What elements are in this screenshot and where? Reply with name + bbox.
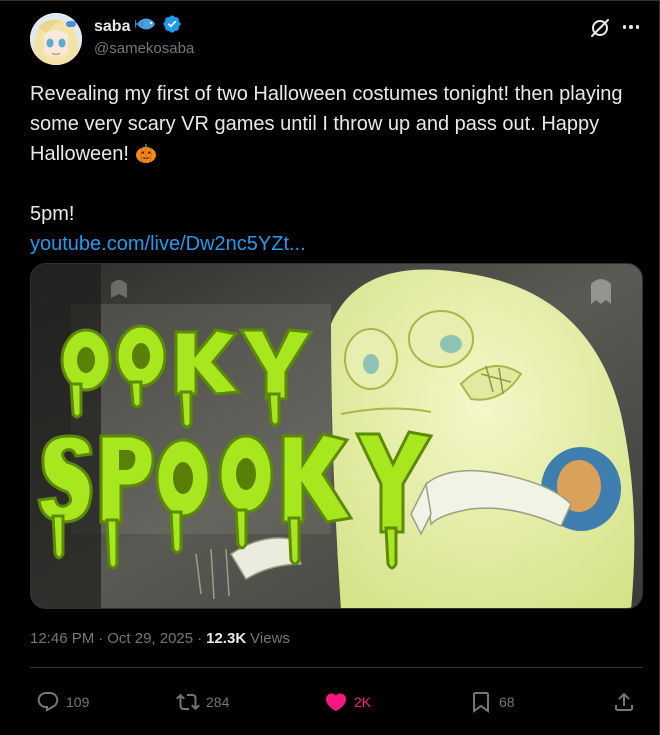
tweet-meta: 12:46 PM · Oct 29, 2025 · 12.3K Views bbox=[30, 630, 290, 647]
fish-emoji-icon bbox=[135, 16, 157, 37]
reply-count: 109 bbox=[66, 694, 90, 710]
grok-icon[interactable] bbox=[588, 16, 612, 40]
more-dots-icon[interactable] bbox=[620, 18, 642, 36]
media-image[interactable] bbox=[30, 263, 643, 609]
views-count: 12.3K bbox=[206, 630, 247, 647]
tweet-body: Revealing my first of two Halloween cost… bbox=[30, 79, 640, 259]
reply-icon bbox=[37, 692, 59, 712]
top-border bbox=[0, 0, 660, 1]
avatar[interactable] bbox=[30, 13, 82, 65]
verified-badge-icon bbox=[162, 14, 182, 39]
repost-icon bbox=[176, 693, 200, 711]
tweet-date[interactable]: Oct 29, 2025 bbox=[107, 630, 193, 647]
views-label: Views bbox=[250, 630, 290, 647]
like-button[interactable]: 2K bbox=[324, 688, 371, 716]
author-handle[interactable]: @samekosaba bbox=[94, 40, 194, 57]
divider bbox=[30, 667, 643, 668]
meta-separator: · bbox=[98, 630, 104, 647]
share-icon bbox=[615, 692, 633, 711]
meta-separator: · bbox=[197, 630, 203, 647]
repost-button[interactable]: 284 bbox=[176, 688, 229, 716]
repost-count: 284 bbox=[206, 694, 230, 710]
bookmark-count: 68 bbox=[499, 694, 515, 710]
tweet-time-line: 5pm! bbox=[30, 203, 75, 225]
bookmark-icon bbox=[473, 692, 489, 713]
reply-button[interactable]: 109 bbox=[36, 688, 89, 716]
display-name[interactable]: saba bbox=[94, 18, 130, 36]
jack-o-lantern-icon bbox=[135, 142, 157, 164]
heart-filled-icon bbox=[325, 693, 347, 712]
author-name-row[interactable]: saba bbox=[94, 14, 182, 39]
tweet-link[interactable]: youtube.com/live/Dw2nc5YZt... bbox=[30, 233, 306, 255]
like-count: 2K bbox=[354, 694, 372, 710]
share-button[interactable] bbox=[612, 688, 636, 716]
tweet-time[interactable]: 12:46 PM bbox=[30, 630, 94, 647]
bookmark-button[interactable]: 68 bbox=[469, 688, 515, 716]
tweet-text-main: Revealing my first of two Halloween cost… bbox=[30, 83, 623, 165]
